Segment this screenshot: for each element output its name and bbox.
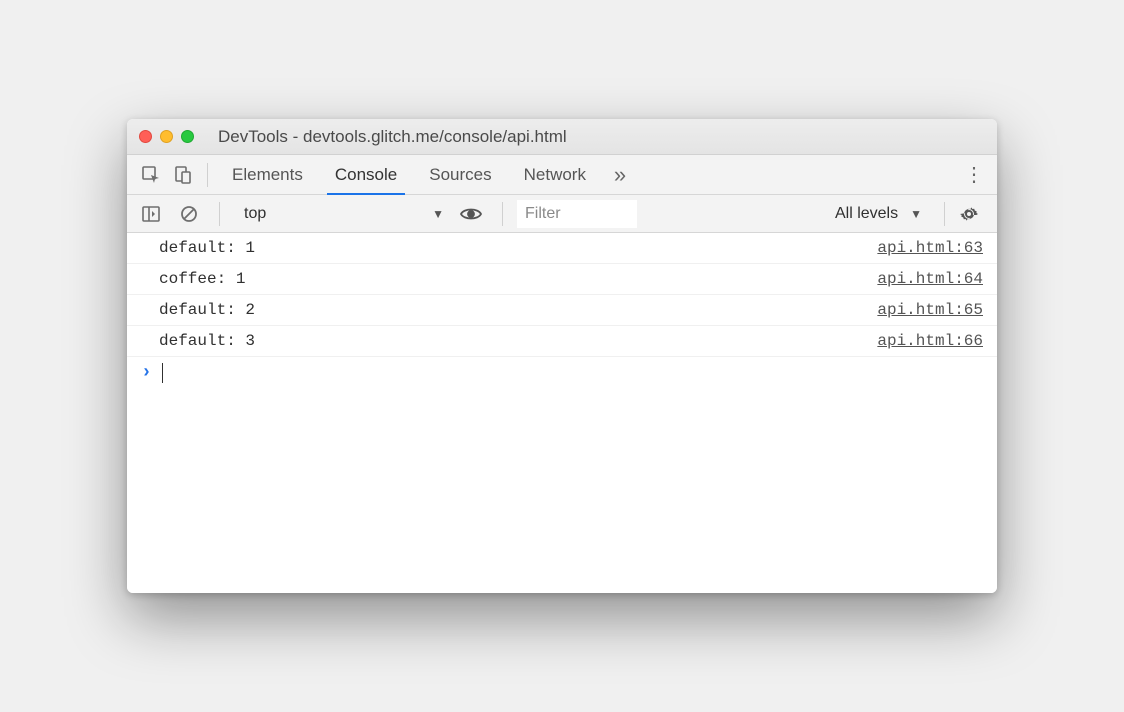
text-cursor <box>162 363 163 383</box>
context-label: top <box>244 205 266 223</box>
toolbar-divider <box>207 163 208 187</box>
devtools-window: DevTools - devtools.glitch.me/console/ap… <box>127 119 997 593</box>
toggle-sidebar-icon[interactable] <box>138 201 164 227</box>
chevron-down-icon: ▼ <box>432 207 444 221</box>
toolbar-divider <box>502 202 503 226</box>
zoom-window-button[interactable] <box>181 130 194 143</box>
clear-console-icon[interactable] <box>176 201 202 227</box>
log-message: coffee: 1 <box>159 270 245 288</box>
toolbar-divider <box>944 202 945 226</box>
tab-label: Elements <box>232 165 303 185</box>
titlebar: DevTools - devtools.glitch.me/console/ap… <box>127 119 997 155</box>
tabs-overflow-icon[interactable]: » <box>606 162 634 188</box>
live-expression-icon[interactable] <box>460 206 488 222</box>
console-settings-icon[interactable] <box>959 204 989 224</box>
traffic-lights <box>139 130 194 143</box>
log-row: default: 1 api.html:63 <box>127 233 997 264</box>
toolbar-divider <box>219 202 220 226</box>
tab-label: Console <box>335 165 397 185</box>
log-row: default: 2 api.html:65 <box>127 295 997 326</box>
console-prompt[interactable]: › <box>127 357 997 389</box>
window-title: DevTools - devtools.glitch.me/console/ap… <box>208 127 985 147</box>
log-row: coffee: 1 api.html:64 <box>127 264 997 295</box>
tab-console[interactable]: Console <box>319 155 413 194</box>
log-source-link[interactable]: api.html:64 <box>877 270 983 288</box>
console-output: default: 1 api.html:63 coffee: 1 api.htm… <box>127 233 997 593</box>
close-window-button[interactable] <box>139 130 152 143</box>
tab-sources[interactable]: Sources <box>413 155 507 194</box>
log-row: default: 3 api.html:66 <box>127 326 997 357</box>
tab-elements[interactable]: Elements <box>216 155 319 194</box>
prompt-caret-icon: › <box>141 363 152 383</box>
levels-label: All levels <box>835 205 898 223</box>
minimize-window-button[interactable] <box>160 130 173 143</box>
execution-context-select[interactable]: top ▼ <box>234 202 454 226</box>
log-message: default: 2 <box>159 301 255 319</box>
more-options-icon[interactable]: ⋮ <box>959 162 989 187</box>
device-toolbar-icon[interactable] <box>170 162 196 188</box>
log-source-link[interactable]: api.html:63 <box>877 239 983 257</box>
tab-label: Network <box>524 165 586 185</box>
log-message: default: 1 <box>159 239 255 257</box>
log-source-link[interactable]: api.html:66 <box>877 332 983 350</box>
console-toolbar: top ▼ All levels ▼ <box>127 195 997 233</box>
panel-tabs: Elements Console Sources Network <box>216 155 602 194</box>
tab-network[interactable]: Network <box>508 155 602 194</box>
tab-label: Sources <box>429 165 491 185</box>
filter-input[interactable] <box>517 200 637 228</box>
main-toolbar: Elements Console Sources Network » ⋮ <box>127 155 997 195</box>
chevron-down-icon: ▼ <box>910 207 922 221</box>
log-source-link[interactable]: api.html:65 <box>877 301 983 319</box>
log-levels-select[interactable]: All levels ▼ <box>827 205 930 223</box>
inspect-element-icon[interactable] <box>138 162 164 188</box>
log-message: default: 3 <box>159 332 255 350</box>
